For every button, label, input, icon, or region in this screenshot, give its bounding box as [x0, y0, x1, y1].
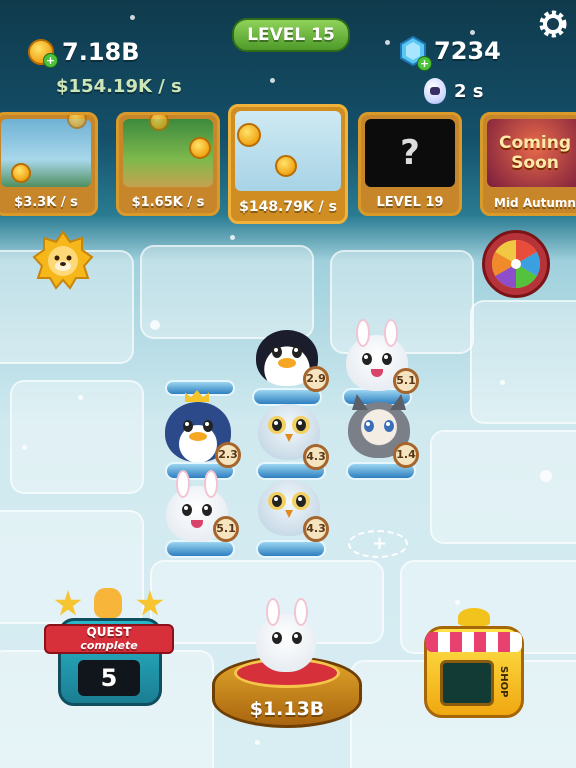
ribbon-bow-icon — [458, 608, 490, 626]
habitat-rate: $148.79K / s — [239, 199, 337, 215]
add-gems-icon: + — [417, 56, 432, 71]
coin-icon — [237, 123, 261, 147]
lion-sun-icon — [32, 230, 94, 290]
coin-rate: $154.19K / s — [56, 76, 182, 97]
settings-button[interactable] — [537, 8, 569, 40]
event-banner-line2: Soon — [511, 153, 559, 173]
animal-level-badge: 5.1 — [393, 368, 419, 394]
gem-icon: + — [400, 35, 432, 71]
habitat-rate: $1.65K / s — [131, 195, 205, 210]
animal-level-badge: 5.1 — [213, 516, 239, 542]
empty-slot[interactable]: + — [348, 530, 408, 558]
quest-button[interactable]: QUEST complete 5 — [44, 588, 174, 718]
victory-hand-icon — [94, 588, 122, 618]
habitat-card-event[interactable]: Coming Soon Mid Autumn — [480, 112, 576, 216]
habitat-rate: $3.3K / s — [14, 195, 78, 210]
coin-icon — [275, 155, 297, 177]
boost-timer[interactable]: 2 s — [424, 78, 484, 104]
quest-count: 5 — [78, 660, 140, 696]
boost-timer-value: 2 s — [454, 80, 484, 102]
habitat-card-current[interactable]: $148.79K / s — [228, 104, 348, 224]
coin-icon — [11, 163, 31, 183]
shop-button[interactable]: SHOP — [424, 608, 524, 720]
quest-title: QUEST — [86, 625, 132, 639]
animal-level-badge: 4.3 — [303, 444, 329, 470]
add-slot-icon: + — [372, 533, 388, 554]
event-name: Mid Autumn — [494, 196, 576, 210]
coin-amount: 7.18B — [62, 38, 140, 66]
buy-price: $1.13B — [249, 698, 325, 720]
level-indicator: LEVEL 15 — [232, 18, 350, 52]
add-coins-icon: + — [43, 53, 58, 68]
event-banner-line1: Coming — [499, 133, 571, 153]
gem-amount: 7234 — [434, 37, 501, 65]
coin-balance[interactable]: + 7.18B — [28, 38, 140, 68]
animal-level-badge: 2.3 — [215, 442, 241, 468]
habitat-card-locked[interactable]: ? LEVEL 19 — [358, 112, 462, 216]
coin-icon — [149, 115, 169, 131]
animal-level-badge: 2.9 — [303, 366, 329, 392]
egg-timer-icon — [424, 78, 446, 104]
gear-icon — [539, 10, 567, 38]
spin-wheel-button[interactable] — [482, 230, 550, 298]
daily-reward-button[interactable] — [32, 230, 94, 292]
habitat-card-1[interactable]: $3.3K / s — [0, 112, 98, 216]
habitat-card-2[interactable]: $1.65K / s — [116, 112, 220, 216]
star-icon — [136, 590, 164, 616]
animal-level-badge: 1.4 — [393, 442, 419, 468]
game-screen: LEVEL 15 + 7.18B $154.19K / s + 7234 2 s — [0, 0, 576, 768]
awning — [426, 632, 522, 652]
coin-icon: + — [28, 39, 58, 68]
animal-level-badge: 4.3 — [303, 516, 329, 542]
quest-subtitle: complete — [80, 639, 138, 652]
gem-balance[interactable]: + 7234 — [400, 35, 501, 71]
question-mark-icon: ? — [400, 133, 420, 173]
coin-icon — [189, 137, 211, 159]
spin-wheel-icon — [491, 240, 541, 288]
star-icon — [54, 590, 82, 616]
habitat-unlock-level: LEVEL 19 — [376, 195, 444, 210]
buy-animal-button[interactable]: $1.13B — [212, 598, 362, 728]
rabbit — [256, 598, 316, 672]
shop-label: SHOP — [498, 666, 509, 698]
